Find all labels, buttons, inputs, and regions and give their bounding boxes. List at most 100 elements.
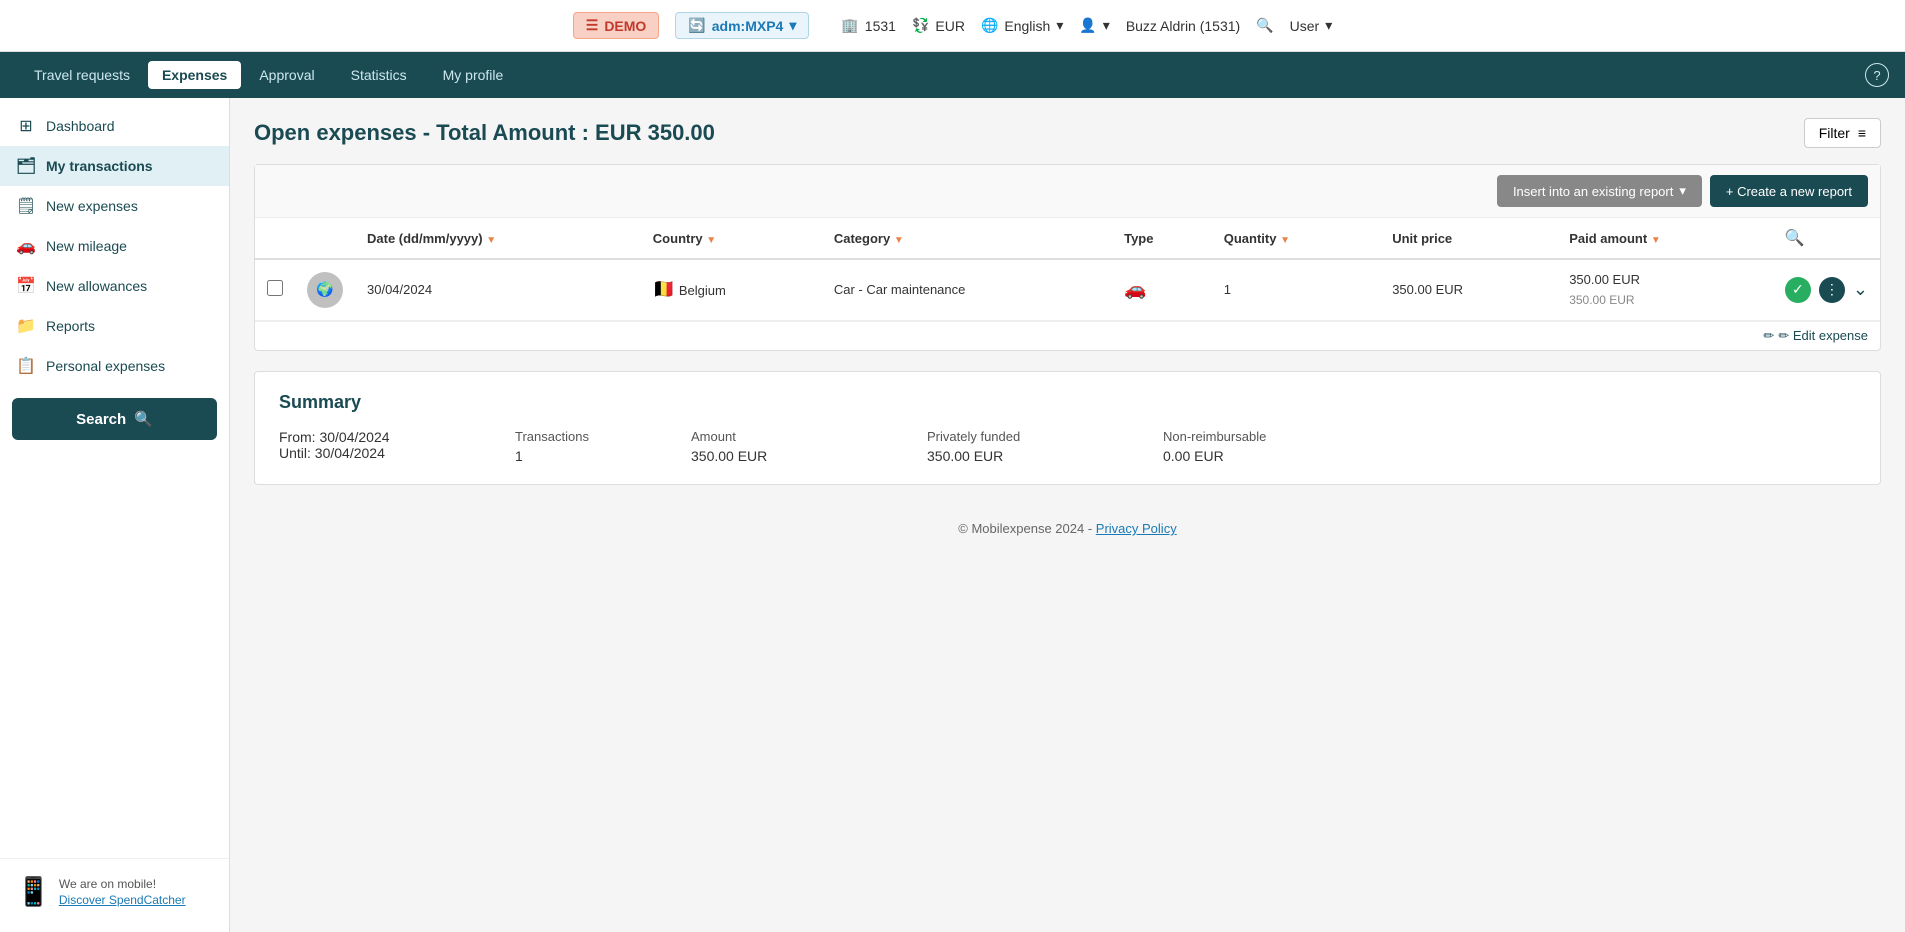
column-search-icon[interactable]: 🔍 xyxy=(1785,230,1805,247)
new-allowances-icon: 📅 xyxy=(16,276,36,296)
col-paid-amount[interactable]: Paid amount ▼ xyxy=(1557,218,1773,259)
col-checkbox xyxy=(255,218,295,259)
col-date[interactable]: Date (dd/mm/yyyy) ▼ xyxy=(355,218,641,259)
nav-my-profile[interactable]: My profile xyxy=(425,55,522,95)
row-unit-price-cell: 350.00 EUR xyxy=(1380,259,1557,320)
sidebar-item-new-mileage[interactable]: 🚗 New mileage xyxy=(0,226,229,266)
role-chevron-icon: ▾ xyxy=(1325,17,1332,34)
globe-icon: 🌐 xyxy=(981,17,998,34)
role-selector[interactable]: User ▾ xyxy=(1290,17,1333,34)
nav-travel-requests[interactable]: Travel requests xyxy=(16,55,148,95)
sidebar-label-new-expenses: New expenses xyxy=(46,198,138,214)
sidebar-item-reports[interactable]: 📁 Reports xyxy=(0,306,229,346)
row-unit-price: 350.00 EUR xyxy=(1392,282,1463,297)
app-layout: ⊞ Dashboard 🗂 My transactions 🗒 New expe… xyxy=(0,98,1905,932)
sidebar-search-section: Search 🔍 xyxy=(12,398,217,440)
nav-approval[interactable]: Approval xyxy=(241,55,332,95)
currency-icon: 💱 xyxy=(912,17,929,34)
sidebar-item-new-expenses[interactable]: 🗒 New expenses xyxy=(0,186,229,226)
sidebar-item-my-transactions[interactable]: 🗂 My transactions xyxy=(0,146,229,186)
sidebar-label-new-allowances: New allowances xyxy=(46,278,147,294)
until-value: 30/04/2024 xyxy=(315,445,385,461)
more-options-button[interactable]: ⋮ xyxy=(1819,277,1845,303)
type-col-label: Type xyxy=(1124,231,1153,246)
from-label: From: xyxy=(279,429,316,445)
row-category-cell: Car - Car maintenance xyxy=(822,259,1112,320)
edit-expense-cell: ✏ ✏ Edit expense xyxy=(255,320,1880,350)
global-search-button[interactable]: 🔍 xyxy=(1256,17,1273,34)
help-button[interactable]: ? xyxy=(1865,63,1889,87)
personal-expenses-icon: 📋 xyxy=(16,356,36,376)
footer: © Mobilexpense 2024 - Privacy Policy xyxy=(254,505,1881,552)
paid-amount-main: 350.00 EUR xyxy=(1569,270,1761,291)
table-row: 🌍 30/04/2024 🇧🇪 Belgium Car - Car mainte… xyxy=(255,259,1880,320)
paid-amount-sub: 350.00 EUR xyxy=(1569,291,1761,310)
main-content: Open expenses - Total Amount : EUR 350.0… xyxy=(230,98,1905,932)
edit-expense-link[interactable]: ✏ ✏ Edit expense xyxy=(255,321,1880,350)
country-sort-icon: ▼ xyxy=(706,235,716,246)
user-avatar-selector[interactable]: 👤 ▾ xyxy=(1079,17,1109,34)
check-mark: ✓ xyxy=(1792,281,1804,298)
row-paid-amount-cell: 350.00 EUR 350.00 EUR xyxy=(1557,259,1773,320)
row-checkbox[interactable] xyxy=(267,280,283,296)
summary-title: Summary xyxy=(279,392,1856,413)
edit-icon: ✏ xyxy=(1763,328,1774,344)
type-icon: 🚗 xyxy=(1124,279,1146,299)
create-new-report-button[interactable]: + Create a new report xyxy=(1710,175,1868,207)
row-checkbox-cell[interactable] xyxy=(255,259,295,320)
col-country[interactable]: Country ▼ xyxy=(641,218,822,259)
dashboard-icon: ⊞ xyxy=(16,116,36,136)
sidebar-item-dashboard[interactable]: ⊞ Dashboard xyxy=(0,106,229,146)
filter-button[interactable]: Filter ≡ xyxy=(1804,118,1881,148)
edit-expense-label: ✏ Edit expense xyxy=(1778,328,1868,344)
currency-selector[interactable]: 💱 EUR xyxy=(912,17,965,34)
instance-id-value: 1531 xyxy=(865,18,896,34)
language-selector[interactable]: 🌐 English ▾ xyxy=(981,17,1063,34)
nav-statistics[interactable]: Statistics xyxy=(333,55,425,95)
filter-label: Filter xyxy=(1819,125,1850,141)
sidebar: ⊞ Dashboard 🗂 My transactions 🗒 New expe… xyxy=(0,98,230,932)
country-flag: 🇧🇪 xyxy=(653,279,675,300)
privacy-policy-link[interactable]: Privacy Policy xyxy=(1096,521,1177,536)
unit-price-col-label: Unit price xyxy=(1392,231,1452,246)
edit-expense-row: ✏ ✏ Edit expense xyxy=(255,320,1880,350)
language-chevron-icon: ▾ xyxy=(1056,17,1063,34)
until-label: Until: xyxy=(279,445,311,461)
mobile-icon-wrap: 📱 We are on mobile! Discover SpendCatche… xyxy=(16,875,213,908)
search-icon: 🔍 xyxy=(134,410,153,428)
row-category: Car - Car maintenance xyxy=(834,282,966,297)
nav-expenses[interactable]: Expenses xyxy=(148,61,241,89)
create-new-label: + Create a new report xyxy=(1726,184,1852,199)
sidebar-item-personal-expenses[interactable]: 📋 Personal expenses xyxy=(0,346,229,386)
demo-badge: ☰ DEMO xyxy=(573,12,660,39)
adm-selector[interactable]: 🔄 adm:MXP4 ▾ xyxy=(675,12,809,39)
amount-value: 350.00 EUR xyxy=(691,448,911,464)
more-dots-icon: ⋮ xyxy=(1825,281,1839,298)
mobile-link[interactable]: Discover SpendCatcher xyxy=(59,893,186,907)
adm-chevron-icon: ▾ xyxy=(789,17,796,34)
sidebar-label-my-transactions: My transactions xyxy=(46,158,153,174)
page-header: Open expenses - Total Amount : EUR 350.0… xyxy=(254,118,1881,148)
search-button[interactable]: Search 🔍 xyxy=(12,398,217,440)
row-action-icons: ✓ ⋮ ⌄ xyxy=(1785,277,1868,303)
col-category[interactable]: Category ▼ xyxy=(822,218,1112,259)
summary-card: Summary From: 30/04/2024 Until: 30/04/20… xyxy=(254,371,1881,485)
refresh-icon: 🔄 xyxy=(688,17,705,34)
col-quantity[interactable]: Quantity ▼ xyxy=(1212,218,1380,259)
transactions-value: 1 xyxy=(515,448,675,464)
paid-amounts: 350.00 EUR 350.00 EUR xyxy=(1569,270,1761,310)
summary-until: Until: 30/04/2024 xyxy=(279,445,499,461)
category-col-label: Category xyxy=(834,231,890,246)
role-label: User xyxy=(1290,18,1320,34)
non-reimbursable-value: 0.00 EUR xyxy=(1163,448,1383,464)
summary-from: From: 30/04/2024 xyxy=(279,429,499,445)
new-expenses-icon: 🗒 xyxy=(16,196,36,216)
user-avatar-icon: 👤 xyxy=(1079,17,1096,34)
sidebar-item-new-allowances[interactable]: 📅 New allowances xyxy=(0,266,229,306)
table-body: 🌍 30/04/2024 🇧🇪 Belgium Car - Car mainte… xyxy=(255,259,1880,350)
country-name: Belgium xyxy=(679,283,726,298)
row-actions-cell: ✓ ⋮ ⌄ xyxy=(1773,259,1880,320)
insert-existing-report-button[interactable]: Insert into an existing report ▾ xyxy=(1497,175,1702,207)
expand-row-button[interactable]: ⌄ xyxy=(1853,279,1868,300)
sidebar-label-reports: Reports xyxy=(46,318,95,334)
